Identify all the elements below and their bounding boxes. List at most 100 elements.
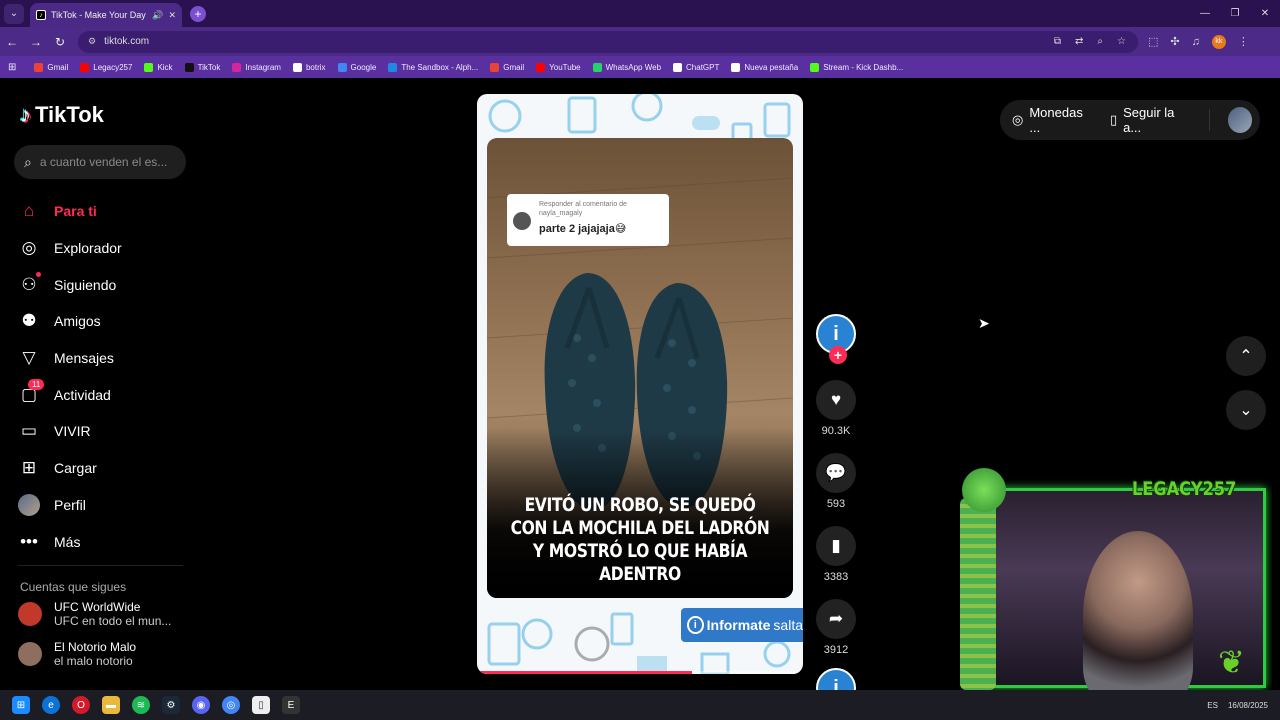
sidebar-item-siguiendo[interactable]: ⚇ Siguiendo	[18, 266, 122, 303]
puzzle-icon[interactable]: ✣	[1170, 35, 1179, 48]
get-app-button[interactable]: ▯ Seguir la a...	[1110, 105, 1191, 135]
bookmark-item[interactable]: Legacy257	[80, 62, 132, 72]
forward-icon[interactable]: →	[24, 35, 48, 49]
sidebar-item-amigos[interactable]: ⚉ Amigos	[18, 303, 122, 340]
profile-avatar-icon[interactable]: kk	[1211, 34, 1226, 49]
bookmark-star-icon[interactable]: ☆	[1117, 36, 1126, 47]
search-input[interactable]: ⌕ a cuanto venden el es...	[14, 145, 186, 179]
bookmark-item[interactable]: The Sandbox - Alph...	[388, 62, 478, 72]
logo-text: TikTok	[35, 102, 104, 127]
following-account[interactable]: UFC WorldWide UFC en todo el mun...	[18, 600, 171, 628]
previous-video-button[interactable]: ⌃	[1226, 336, 1266, 376]
discord-icon[interactable]: ◉	[192, 696, 210, 714]
sidebar-item-mensajes[interactable]: ▽ Mensajes	[18, 340, 122, 377]
like-action[interactable]: ♥ 90.3K	[816, 380, 856, 437]
edge-icon[interactable]: e	[42, 696, 60, 714]
share-action[interactable]: ➦ 3912	[816, 599, 856, 656]
clock-date[interactable]: 16/08/2025	[1228, 701, 1268, 710]
audio-icon[interactable]: 🔊	[152, 10, 163, 21]
sidebar-item-cargar[interactable]: ⊞ Cargar	[18, 450, 122, 487]
chrome-icon[interactable]: ◎	[222, 696, 240, 714]
sidebar-item-m-s[interactable]: ••• Más	[18, 523, 122, 560]
comment-action[interactable]: 💬 593	[816, 453, 856, 510]
bookmark-item[interactable]: TikTok	[184, 62, 220, 72]
sidebar-item-vivir[interactable]: ▭ VIVIR	[18, 413, 122, 450]
bookmark-item[interactable]: YouTube	[536, 62, 581, 72]
sidebar-item-para-ti[interactable]: ⌂ Para ti	[18, 193, 122, 230]
mouse-cursor-icon: ➤	[978, 315, 990, 331]
sidebar-item-label: Explorador	[54, 240, 122, 257]
coins-label: Monedas ...	[1029, 105, 1083, 135]
creator-avatar[interactable]: i +	[816, 314, 856, 364]
bookmark-item[interactable]: Gmail	[34, 62, 69, 72]
reload-icon[interactable]: ↻	[48, 35, 72, 49]
bookmark-label: Kick	[157, 62, 173, 72]
close-tab-icon[interactable]: ✕	[168, 10, 176, 21]
site-info-icon[interactable]: ⚙	[88, 36, 96, 47]
file-explorer-icon[interactable]: ▬	[102, 696, 120, 714]
sidebar-item-actividad[interactable]: ▢ 11 Actividad	[18, 376, 122, 413]
steam-icon[interactable]: ⚙	[162, 696, 180, 714]
save-action[interactable]: ▮ 3383	[816, 526, 856, 583]
video-player[interactable]: Responder al comentario de nayla_magaly …	[477, 94, 803, 674]
back-icon[interactable]: ←	[0, 35, 24, 49]
bookmark-label: Google	[350, 62, 377, 72]
bookmark-item[interactable]: Google	[337, 62, 377, 72]
spotify-icon[interactable]: ≋	[132, 696, 150, 714]
bookmark-label: Gmail	[47, 62, 69, 72]
user-avatar[interactable]	[1227, 107, 1252, 133]
comment-count: 593	[826, 498, 846, 510]
vine-decoration	[960, 498, 996, 690]
bookmark-icon[interactable]: ▮	[816, 526, 856, 566]
bookmark-item[interactable]: Stream - Kick Dashb...	[810, 62, 903, 72]
next-video-button[interactable]: ⌄	[1226, 390, 1266, 430]
new-tab-button[interactable]: +	[190, 5, 206, 22]
bookmark-item[interactable]: Instagram	[232, 62, 281, 72]
follow-plus-icon[interactable]: +	[829, 346, 847, 364]
opera-icon[interactable]: O	[72, 696, 90, 714]
bookmark-item[interactable]: Nueva pestaña	[731, 62, 799, 72]
more-icon: •••	[20, 531, 38, 551]
sidebar-item-label: Para ti	[54, 203, 97, 220]
translate-icon[interactable]: ⇄	[1075, 36, 1083, 47]
extension-icon[interactable]: ⬚	[1148, 35, 1158, 48]
bookmark-favicon-icon	[731, 62, 741, 72]
bookmark-item[interactable]: Gmail	[490, 62, 524, 72]
comment-icon[interactable]: 💬	[816, 453, 856, 493]
sidebar-item-perfil[interactable]: Perfil	[18, 487, 122, 524]
share-icon[interactable]: ➦	[816, 599, 856, 639]
sidebar-item-explorador[interactable]: ◎ Explorador	[18, 230, 122, 267]
browser-tab-tiktok[interactable]: ♪ TikTok - Make Your Day 🔊 ✕	[30, 3, 182, 27]
language-indicator[interactable]: ES	[1207, 701, 1218, 710]
bookmark-item[interactable]: botrix	[292, 62, 326, 72]
install-icon[interactable]: ⧉	[1054, 36, 1061, 47]
following-account[interactable]: El Notorio Malo el malo notorio	[18, 640, 136, 668]
bookmark-item[interactable]: Kick	[144, 62, 173, 72]
pill-divider	[1208, 109, 1210, 131]
bookmark-item[interactable]: WhatsApp Web	[592, 62, 661, 72]
document-icon[interactable]: ▯	[252, 696, 270, 714]
heart-icon[interactable]: ♥	[816, 380, 856, 420]
epic-games-icon[interactable]: E	[282, 696, 300, 714]
address-bar[interactable]: ⚙ tiktok.com ⧉ ⇄ ⌕ ☆	[78, 30, 1138, 53]
close-window-icon[interactable]: ✕	[1250, 0, 1280, 27]
media-icon[interactable]: ♫	[1192, 36, 1200, 48]
reply-comment-card: Responder al comentario de nayla_magaly …	[507, 194, 669, 246]
coins-button[interactable]: ◎ Monedas ...	[1012, 105, 1092, 135]
following-icon: ⚇	[21, 274, 37, 294]
apps-grid-icon[interactable]: ⊞	[8, 62, 16, 73]
chevron-down-icon: ⌄	[1239, 402, 1253, 419]
tiktok-logo[interactable]: ♪ TikTok	[20, 102, 104, 128]
zoom-icon[interactable]: ⌕	[1097, 36, 1103, 47]
video-progress-bar[interactable]	[477, 671, 803, 674]
restore-icon[interactable]: ❐	[1220, 0, 1250, 27]
tiktok-note-icon: ♪	[20, 102, 31, 127]
bookmark-label: Nueva pestaña	[744, 62, 799, 72]
account-avatar	[18, 642, 42, 666]
tab-search-button[interactable]: ⌄	[4, 3, 24, 24]
browser-menu-icon[interactable]: ⋮	[1238, 35, 1249, 48]
bookmark-item[interactable]: ChatGPT	[673, 62, 719, 72]
minimize-icon[interactable]: —	[1190, 0, 1220, 27]
sidebar-item-label: Más	[54, 533, 81, 550]
windows-start-icon[interactable]: ⊞	[12, 696, 30, 714]
